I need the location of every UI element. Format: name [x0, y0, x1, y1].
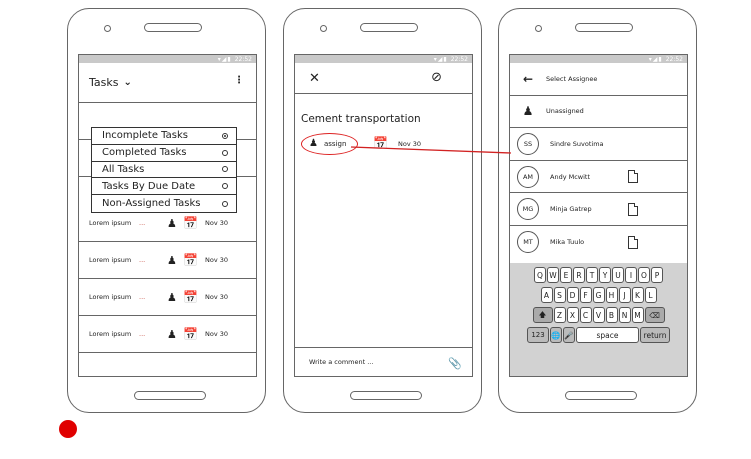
flow-connector-line [350, 146, 512, 154]
flow-arrow [350, 146, 512, 154]
status-dot-icon [59, 420, 77, 438]
